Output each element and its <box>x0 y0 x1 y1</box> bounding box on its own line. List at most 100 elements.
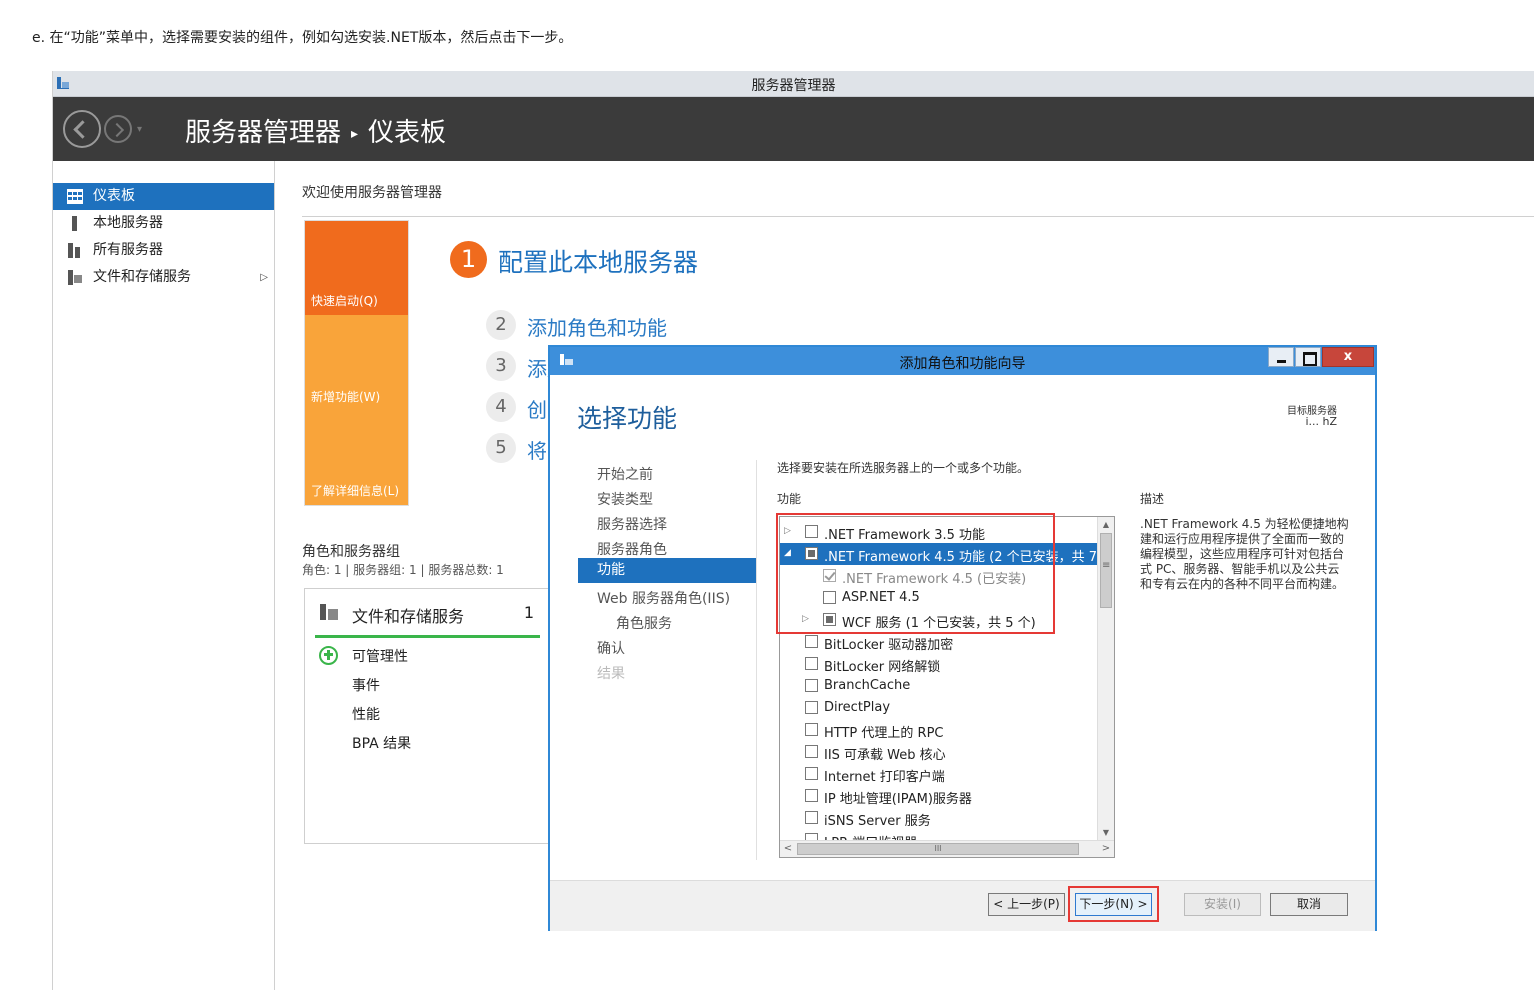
wizard-title: 添加角色和功能向导 <box>899 356 1026 372</box>
tile-learn-more[interactable]: 了解详细信息(L) <box>305 411 408 505</box>
feature-label: BitLocker 网络解锁 <box>824 660 941 675</box>
horizontal-scrollbar[interactable]: < III > <box>780 840 1114 857</box>
feature-bitlocker[interactable]: BitLocker 驱动器加密 <box>780 631 1098 653</box>
feature-checkbox[interactable] <box>805 723 818 736</box>
feature-directplay[interactable]: DirectPlay <box>780 697 1098 719</box>
sidebar-item-label: 仪表板 <box>93 188 135 204</box>
chevron-right-icon[interactable]: ▷ <box>260 264 268 291</box>
wizard-nav-server-selection[interactable]: 服务器选择 <box>597 514 667 534</box>
scroll-right-icon[interactable]: > <box>1098 841 1114 857</box>
file-storage-icon <box>320 604 338 620</box>
feature-iis-hostable-web-core[interactable]: IIS 可承载 Web 核心 <box>780 741 1098 763</box>
previous-button[interactable]: < 上一步(P) <box>988 893 1065 916</box>
breadcrumb: 服务器管理器 ▸ 仪表板 <box>185 112 446 149</box>
breadcrumb-separator-icon: ▸ <box>351 125 359 142</box>
vertical-scrollbar[interactable]: ▲ ▼ <box>1097 517 1114 841</box>
scroll-thumb[interactable] <box>1100 533 1112 608</box>
features-label: 功能 <box>777 492 802 506</box>
install-button: 安装(I) <box>1184 893 1261 916</box>
feature-internet-printing-client[interactable]: Internet 打印客户端 <box>780 763 1098 785</box>
tile-label: 快速启动(Q) <box>311 294 378 308</box>
role-card-file-storage[interactable]: 文件和存储服务 1 可管理性 事件 性能 BPA 结果 <box>304 588 549 844</box>
feature-checkbox[interactable] <box>805 679 818 692</box>
tile-quick-start[interactable]: 快速启动(Q) <box>305 221 408 315</box>
local-server-icon <box>72 216 77 231</box>
sidebar-item-dashboard[interactable]: 仪表板 <box>53 183 274 210</box>
wizard-nav-server-roles[interactable]: 服务器角色 <box>597 539 667 559</box>
step-create-group[interactable]: 创 <box>527 394 547 423</box>
minimize-icon[interactable] <box>1268 347 1294 367</box>
add-roles-wizard-dialog: 添加角色和功能向导 x 选择功能 目标服务器 i... hZ 开始之前 安装类型… <box>548 345 1377 931</box>
feature-checkbox[interactable] <box>805 635 818 648</box>
feature-checkbox[interactable] <box>805 789 818 802</box>
feature-isns-server[interactable]: iSNS Server 服务 <box>780 807 1098 829</box>
breadcrumb-root[interactable]: 服务器管理器 <box>185 118 341 148</box>
dashboard-icon <box>67 189 83 204</box>
highlight-box-next <box>1068 886 1159 922</box>
step-number: 5 <box>486 433 516 463</box>
sidebar-item-local-server[interactable]: 本地服务器 <box>53 210 274 237</box>
roles-group-summary: 角色: 1 | 服务器组: 1 | 服务器总数: 1 <box>302 563 504 577</box>
scroll-thumb[interactable]: III <box>797 843 1079 855</box>
wizard-instruction: 选择要安装在所选服务器上的一个或多个功能。 <box>777 461 1030 475</box>
role-row-events[interactable]: 事件 <box>352 675 380 695</box>
chevron-down-icon[interactable]: ▾ <box>137 124 142 135</box>
window-titlebar: 服务器管理器 <box>53 71 1534 97</box>
scroll-down-icon[interactable]: ▼ <box>1098 825 1114 841</box>
feature-bitlocker-network-unlock[interactable]: BitLocker 网络解锁 <box>780 653 1098 675</box>
feature-label: HTTP 代理上的 RPC <box>824 726 944 741</box>
sidebar-item-label: 文件和存储服务 <box>93 269 191 285</box>
wizard-footer: < 上一步(P) 下一步(N) > 安装(I) 取消 <box>550 880 1375 931</box>
feature-checkbox[interactable] <box>805 701 818 714</box>
tile-label: 了解详细信息(L) <box>311 484 400 498</box>
step-configure-local-server[interactable]: 配置此本地服务器 <box>498 243 698 279</box>
step-connect-cloud[interactable]: 将 <box>527 435 547 464</box>
wizard-nav-role-services[interactable]: 角色服务 <box>616 613 672 633</box>
file-storage-icon <box>68 270 82 285</box>
scroll-left-icon[interactable]: < <box>780 841 796 857</box>
step-add-roles[interactable]: 添加角色和功能 <box>527 312 667 341</box>
role-row-manageability[interactable]: 可管理性 <box>352 646 408 666</box>
wizard-nav-web-server-role[interactable]: Web 服务器角色(IIS) <box>597 588 730 608</box>
feature-checkbox[interactable] <box>805 657 818 670</box>
role-card-title: 文件和存储服务 <box>352 607 465 626</box>
sidebar: 仪表板 本地服务器 所有服务器 文件和存储服务 ▷ <box>53 161 275 990</box>
roles-group-title: 角色和服务器组 <box>302 544 400 560</box>
role-row-bpa[interactable]: BPA 结果 <box>352 733 411 753</box>
back-arrow-icon[interactable] <box>63 110 101 148</box>
feature-checkbox[interactable] <box>805 811 818 824</box>
cancel-button[interactable]: 取消 <box>1270 893 1348 916</box>
tile-whats-new[interactable]: 新增功能(W) <box>305 315 408 411</box>
feature-label: iSNS Server 服务 <box>824 814 931 829</box>
feature-checkbox[interactable] <box>805 767 818 780</box>
role-card-count: 1 <box>523 603 534 622</box>
wizard-nav-installation-type[interactable]: 安装类型 <box>597 489 653 509</box>
wizard-heading: 选择功能 <box>577 404 678 433</box>
feature-branchcache[interactable]: BranchCache <box>780 675 1098 697</box>
status-bar <box>315 635 540 638</box>
sidebar-item-all-servers[interactable]: 所有服务器 <box>53 237 274 264</box>
forward-arrow-icon[interactable] <box>104 115 132 143</box>
feature-ipam-server[interactable]: IP 地址管理(IPAM)服务器 <box>780 785 1098 807</box>
wizard-nav-features[interactable]: 功能 <box>578 558 756 583</box>
sidebar-item-file-storage[interactable]: 文件和存储服务 ▷ <box>53 264 274 291</box>
role-row-performance[interactable]: 性能 <box>352 704 380 724</box>
all-servers-icon <box>68 243 80 258</box>
sidebar-item-label: 所有服务器 <box>93 242 163 258</box>
close-icon[interactable]: x <box>1322 347 1374 367</box>
caption: e. 在“功能”菜单中，选择需要安装的组件，例如勾选安装.NET版本，然后点击下… <box>32 30 573 46</box>
maximize-icon[interactable] <box>1295 347 1321 367</box>
step-number: 4 <box>486 392 516 422</box>
wizard-nav-before-you-begin[interactable]: 开始之前 <box>597 464 653 484</box>
feature-label: Internet 打印客户端 <box>824 770 945 785</box>
target-server-value: i... hZ <box>1305 415 1337 428</box>
up-arrow-icon <box>319 646 338 665</box>
feature-checkbox[interactable] <box>805 745 818 758</box>
wizard-nav-confirmation[interactable]: 确认 <box>597 638 625 658</box>
step-number: 3 <box>486 351 516 381</box>
description-label: 描述 <box>1140 492 1165 506</box>
scroll-up-icon[interactable]: ▲ <box>1098 517 1114 533</box>
wizard-titlebar: 添加角色和功能向导 x <box>550 347 1375 375</box>
feature-description: .NET Framework 4.5 为轻松便捷地构建和运行应用程序提供了全面而… <box>1140 517 1349 591</box>
feature-rpc-over-http[interactable]: HTTP 代理上的 RPC <box>780 719 1098 741</box>
